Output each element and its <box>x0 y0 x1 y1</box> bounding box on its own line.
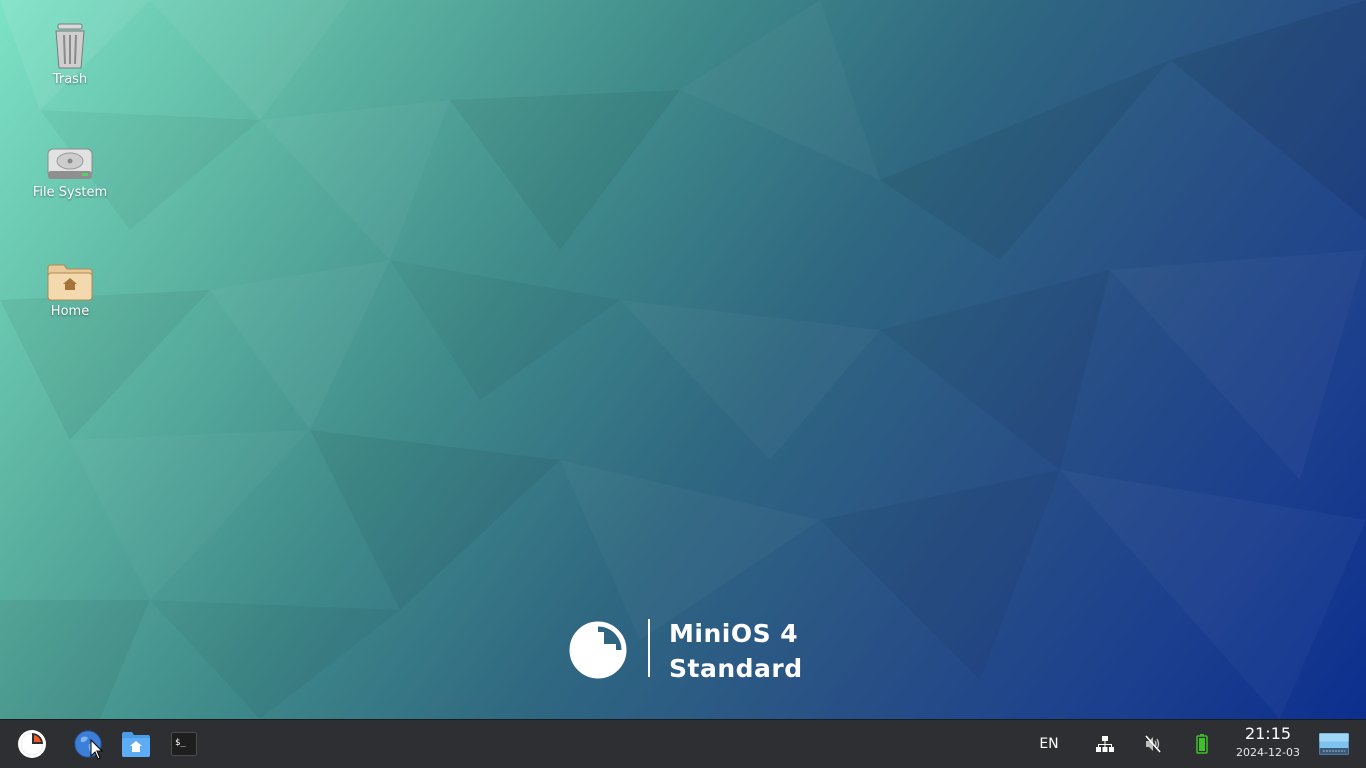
minios-branding: MiniOS 4 Standard <box>568 616 808 683</box>
terminal-launcher[interactable]: $_ <box>162 720 206 768</box>
minios-menu-icon <box>18 730 46 758</box>
terminal-icon: $_ <box>171 732 197 756</box>
clock-date: 2024-12-03 <box>1236 746 1300 759</box>
svg-text:$_: $_ <box>175 738 186 748</box>
keyboard-layout-indicator[interactable]: EN <box>1030 720 1068 768</box>
show-desktop-button[interactable] <box>1316 720 1352 768</box>
branding-text: MiniOS 4 Standard <box>669 616 803 686</box>
web-browser-icon <box>74 730 102 758</box>
branding-line-1: MiniOS 4 <box>669 619 799 648</box>
branding-divider <box>648 619 650 677</box>
volume-indicator[interactable] <box>1134 720 1172 768</box>
keyboard-layout-label: EN <box>1039 736 1059 752</box>
battery-icon <box>1196 734 1208 754</box>
desktop-icon-home[interactable]: Home <box>20 262 120 320</box>
desktop-icon-label: Trash <box>52 72 88 87</box>
branding-line-2: Standard <box>669 654 803 683</box>
desktop-icon-label: File System <box>32 185 108 200</box>
home-folder-icon <box>47 264 93 301</box>
trash-icon <box>55 23 85 69</box>
show-desktop-icon <box>1319 733 1349 755</box>
battery-indicator[interactable] <box>1183 720 1221 768</box>
file-manager-icon <box>122 732 150 757</box>
desktop: Trash File System Home MiniOS 4 Standard <box>0 0 1366 719</box>
clock-time: 21:15 <box>1244 724 1292 743</box>
wallpaper <box>0 0 1366 719</box>
volume-muted-icon <box>1145 735 1161 753</box>
desktop-icon-trash[interactable]: Trash <box>20 22 120 88</box>
web-browser-launcher[interactable] <box>66 720 110 768</box>
file-manager-launcher[interactable] <box>114 720 158 768</box>
hard-drive-icon <box>47 148 93 179</box>
network-indicator[interactable] <box>1086 720 1124 768</box>
desktop-icon-label: Home <box>50 304 90 319</box>
minios-logo-icon <box>569 621 627 679</box>
desktop-icon-file-system[interactable]: File System <box>20 145 120 201</box>
start-menu-button[interactable] <box>10 720 54 768</box>
clock[interactable]: 21:15 2024-12-03 <box>1228 723 1308 761</box>
network-wired-icon <box>1096 736 1114 752</box>
taskbar: $_ EN 21:15 2024-12-03 <box>0 719 1366 768</box>
